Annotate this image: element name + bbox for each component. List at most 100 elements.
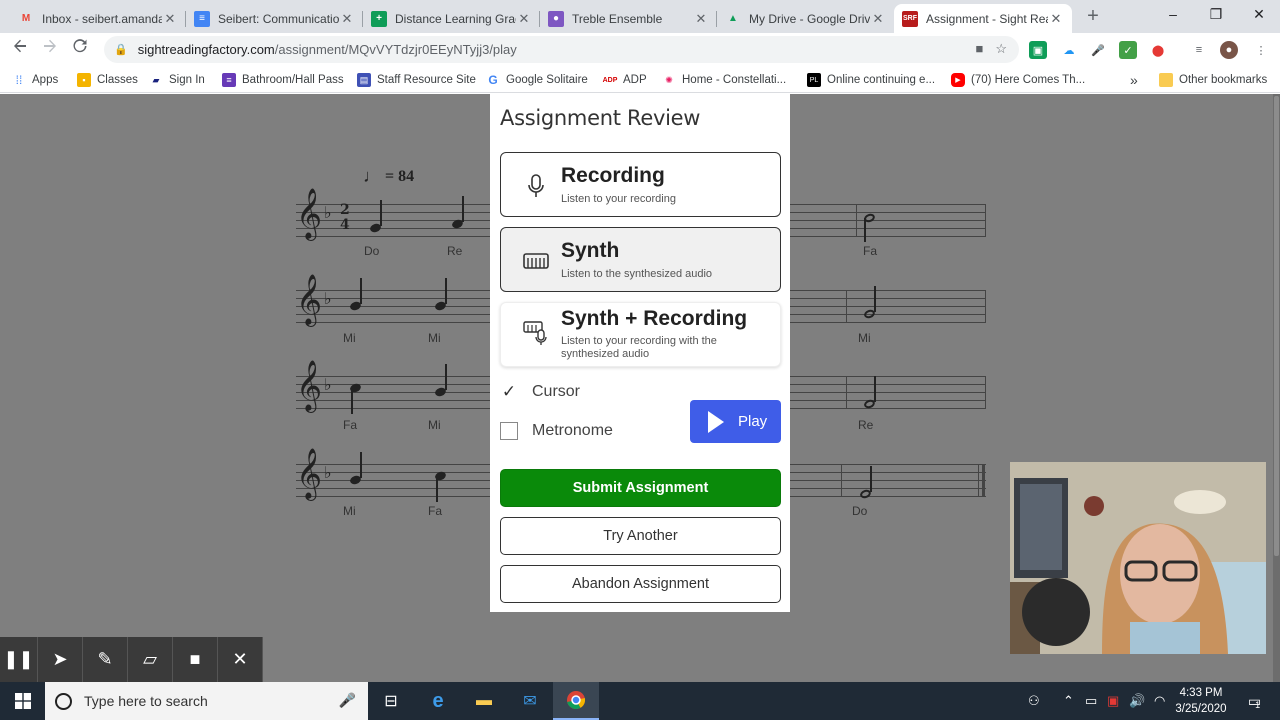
- bookmark-classes[interactable]: ▪ Classes: [77, 71, 138, 89]
- abandon-assignment-button[interactable]: Abandon Assignment: [500, 565, 781, 603]
- chrome-taskbar-icon[interactable]: [553, 682, 599, 720]
- bookmark-sign-in[interactable]: ▰ Sign In: [149, 71, 205, 89]
- solfege-label: Mi: [428, 418, 441, 432]
- try-another-button[interactable]: Try Another: [500, 517, 781, 555]
- forward-arrow-icon: [44, 39, 56, 53]
- form-icon: ≡: [222, 73, 236, 87]
- synth-recording-mode-button[interactable]: Synth + Recording Listen to your recordi…: [500, 302, 781, 367]
- close-window-button[interactable]: ✕: [1237, 0, 1280, 30]
- mail-icon[interactable]: ✉: [507, 682, 553, 720]
- taskbar-search-box[interactable]: Type here to search 🎤: [45, 682, 368, 720]
- browser-tab[interactable]: ≡ Seibert: Communication ✕: [186, 4, 363, 33]
- forward-button[interactable]: [38, 38, 62, 62]
- graduation-cap-icon: ▰: [152, 74, 160, 85]
- synth-mode-button[interactable]: Synth Listen to the synthesized audio: [500, 227, 781, 292]
- task-view-icon[interactable]: ⊟: [368, 682, 414, 720]
- minimize-button[interactable]: –: [1151, 0, 1195, 30]
- pointer-icon[interactable]: ➤: [38, 637, 83, 682]
- quarter-note-icon: ♩: [363, 166, 381, 186]
- bookmark-youtube[interactable]: ▶ (70) Here Comes Th...: [951, 71, 1085, 89]
- close-icon[interactable]: ✕: [218, 637, 263, 682]
- close-tab-icon[interactable]: ✕: [162, 11, 178, 27]
- solfege-label: Fa: [343, 418, 358, 432]
- webcam-overlay[interactable]: [1010, 462, 1266, 654]
- chrome-menu-icon[interactable]: ⋮: [1252, 41, 1270, 59]
- maximize-button[interactable]: ❐: [1194, 0, 1238, 30]
- bookmark-apps[interactable]: ⁞⁞ Apps: [12, 71, 59, 89]
- notifications-icon[interactable]: ▭ 1: [1234, 682, 1274, 720]
- volume-icon[interactable]: 🔊: [1129, 693, 1145, 709]
- bookmark-google-solitaire[interactable]: G Google Solitaire: [486, 71, 588, 89]
- windows-start-button[interactable]: [0, 682, 45, 720]
- file-explorer-icon[interactable]: ▬: [461, 682, 507, 720]
- battery-icon[interactable]: ▭: [1085, 693, 1097, 709]
- play-button[interactable]: Play: [690, 400, 781, 443]
- mode-subtitle: Listen to your recording with the synthe…: [561, 335, 717, 360]
- flat-icon: ♭: [324, 465, 332, 482]
- recording-mode-button[interactable]: Recording Listen to your recording: [500, 152, 781, 217]
- bookmarks-overflow-button[interactable]: »: [1130, 71, 1138, 89]
- browser-tab[interactable]: ● Treble Ensemble ✕: [540, 4, 717, 33]
- bookmark-staff-resource[interactable]: ▤ Staff Resource Site: [357, 71, 476, 89]
- windows-taskbar: Type here to search 🎤 ⊟ e ▬ ✉ ⚇ ⌃ ▭ ▣ 🔊 …: [0, 682, 1280, 720]
- bookmark-online-continuing[interactable]: PL Online continuing e...: [807, 71, 935, 89]
- pen-icon[interactable]: ✎: [83, 637, 128, 682]
- reload-button[interactable]: [68, 38, 92, 62]
- apps-grid-icon: ⁞⁞: [15, 73, 23, 87]
- bookmark-star-icon[interactable]: ☆: [995, 41, 1007, 57]
- back-arrow-icon: [14, 39, 26, 53]
- taskbar-clock[interactable]: 4:33 PM 3/25/2020: [1168, 685, 1234, 717]
- microphone-icon[interactable]: 🎤: [339, 692, 356, 709]
- assignment-review-dialog: Assignment Review Recording Listen to yo…: [490, 94, 790, 612]
- browser-tab[interactable]: + Distance Learning Grad ✕: [363, 4, 540, 33]
- bookmark-adp[interactable]: ADP ADP: [603, 71, 647, 89]
- edge-icon[interactable]: e: [415, 682, 461, 720]
- recorder-extension-icon[interactable]: ⬤: [1149, 41, 1167, 59]
- browser-tab-active[interactable]: SRF Assignment - Sight Rea ✕: [894, 4, 1072, 33]
- google-classroom-extension-icon[interactable]: ▣: [1029, 41, 1047, 59]
- bookmark-hall-pass[interactable]: ≡ Bathroom/Hall Pass: [222, 71, 344, 89]
- browser-tab[interactable]: M Inbox - seibert.amanda ✕: [10, 4, 186, 33]
- back-button[interactable]: [8, 38, 32, 62]
- cursor-option[interactable]: ✓ Cursor: [500, 381, 580, 403]
- camera-icon[interactable]: ■: [173, 637, 218, 682]
- cursor-label: Cursor: [532, 383, 581, 400]
- screencastify-extension-icon[interactable]: ✓: [1119, 41, 1137, 59]
- onedrive-extension-icon[interactable]: ☁: [1060, 41, 1078, 59]
- other-bookmarks[interactable]: Other bookmarks: [1159, 71, 1267, 89]
- metronome-option[interactable]: Metronome: [500, 420, 613, 442]
- people-icon[interactable]: ⚇: [1028, 693, 1040, 709]
- close-tab-icon[interactable]: ✕: [870, 11, 886, 27]
- microphone-extension-icon[interactable]: 🎤: [1089, 41, 1107, 59]
- submit-assignment-button[interactable]: Submit Assignment: [500, 469, 781, 507]
- new-tab-button[interactable]: +: [1083, 5, 1103, 27]
- page-content: ♩ = 84 𝄞 ♭ 24 Do Re Fa 𝄞 ♭ Mi Mi Mi 𝄞 ♭ …: [0, 94, 1280, 682]
- close-tab-icon[interactable]: ✕: [693, 11, 709, 27]
- profile-avatar[interactable]: ●: [1220, 41, 1238, 59]
- close-tab-icon[interactable]: ✕: [1048, 11, 1064, 27]
- browser-tab[interactable]: ▲ My Drive - Google Drive ✕: [717, 4, 894, 33]
- address-bar[interactable]: 🔒 sightreadingfactory.com/assignment/MQv…: [104, 36, 1019, 63]
- folder-icon: [1159, 73, 1173, 87]
- chrome-icon: [567, 691, 586, 710]
- close-tab-icon[interactable]: ✕: [516, 11, 532, 27]
- url-text: sightreadingfactory.com/assignment/MQvVY…: [137, 42, 517, 57]
- pause-icon[interactable]: ❚❚: [0, 637, 38, 682]
- solfege-label: Fa: [863, 244, 878, 258]
- search-placeholder: Type here to search: [84, 693, 208, 709]
- tray-chevron-icon[interactable]: ⌃: [1063, 693, 1074, 709]
- media-controls-icon[interactable]: ≡: [1190, 41, 1208, 59]
- clock-time: 4:33 PM: [1179, 687, 1223, 699]
- wifi-icon[interactable]: ◠: [1154, 693, 1165, 709]
- page-scrollbar[interactable]: [1273, 94, 1280, 682]
- metronome-checkbox[interactable]: [500, 422, 518, 440]
- app-tray-icon[interactable]: ▣: [1107, 693, 1119, 709]
- close-tab-icon[interactable]: ✕: [339, 11, 355, 27]
- flat-icon: ♭: [324, 205, 332, 222]
- camera-blocked-icon[interactable]: ■: [975, 41, 983, 57]
- dialog-title: Assignment Review: [500, 106, 701, 130]
- classroom-icon: ▪: [77, 73, 91, 87]
- bookmark-constellation[interactable]: ✺ Home - Constellati...: [662, 71, 786, 89]
- highlighter-icon[interactable]: ▱: [128, 637, 173, 682]
- treble-clef-icon: 𝄞: [296, 274, 323, 325]
